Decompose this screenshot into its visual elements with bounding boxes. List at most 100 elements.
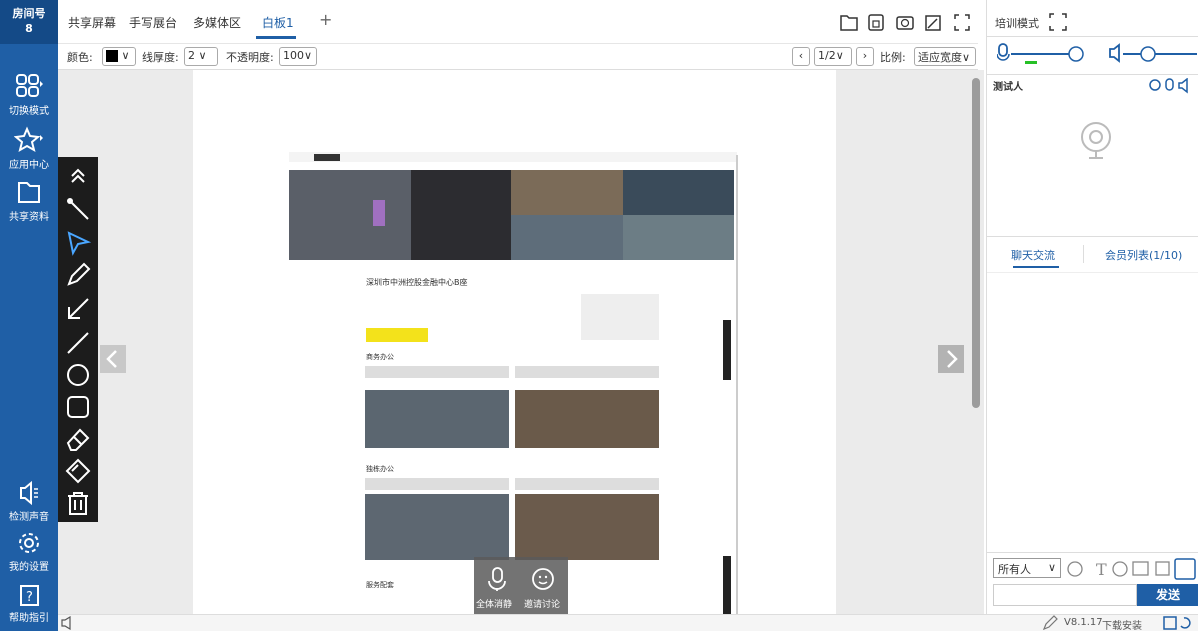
switch-mode-button[interactable]: 切换模式	[0, 72, 58, 117]
smiley-icon[interactable]	[1112, 561, 1128, 577]
add-tab-icon[interactable]: +	[319, 10, 332, 29]
drawing-tools-panel	[58, 157, 98, 522]
chat-tab-underline	[1013, 266, 1059, 268]
tab-members[interactable]: 会员列表(1/10)	[1105, 247, 1182, 263]
grid-icon	[16, 74, 43, 97]
text-format-icon[interactable]: T	[1096, 560, 1107, 579]
drawing-toolbar: 颜色: ∨ 线厚度: 2 ∨ 不透明度: 100∨ ‹ 1/2∨ › 比例: 适…	[58, 44, 978, 70]
webcam-placeholder-icon	[1081, 122, 1111, 159]
top-actions	[840, 14, 970, 31]
circle-tool-icon[interactable]	[64, 361, 92, 389]
speaker-small-icon[interactable]	[60, 616, 76, 630]
status-bar: V8.1.17 下载安装	[58, 614, 1198, 632]
chat-input[interactable]	[993, 584, 1137, 606]
fullscreen-icon[interactable]	[954, 14, 970, 31]
prev-page-arrow[interactable]	[100, 345, 126, 373]
help-guide-label: 帮助指引	[9, 613, 49, 624]
collapse-icon[interactable]	[64, 163, 92, 191]
my-settings-button[interactable]: 我的设置	[0, 530, 58, 573]
clear-area-icon[interactable]	[64, 457, 92, 485]
edit-image-icon[interactable]	[925, 15, 941, 31]
line-width-select[interactable]: 2 ∨	[184, 47, 218, 66]
room-title: 房间号	[12, 7, 46, 20]
refresh-icon[interactable]	[1180, 617, 1191, 629]
trash-icon[interactable]	[64, 489, 92, 517]
color-label: 颜色:	[67, 51, 93, 64]
camera-icon[interactable]	[896, 16, 914, 30]
help-guide-button[interactable]: ? 帮助指引	[0, 583, 58, 624]
svg-text:?: ?	[26, 590, 33, 605]
network-icon[interactable]	[1163, 616, 1177, 630]
training-mode-label: 培训模式	[995, 17, 1039, 30]
tab-chat[interactable]: 聊天交流	[1011, 247, 1055, 263]
lock-icon[interactable]	[1174, 558, 1196, 580]
pencil-icon[interactable]	[64, 261, 92, 289]
page-value: 1/2	[818, 49, 836, 62]
speaker-volume-slider[interactable]	[1123, 46, 1197, 62]
active-tab-underline	[256, 36, 296, 39]
canvas-scrollbar[interactable]	[972, 78, 980, 408]
recipient-select[interactable]: 所有人 ∨	[993, 558, 1061, 578]
save-icon[interactable]	[868, 14, 884, 31]
color-select[interactable]: ∨	[102, 47, 136, 66]
room-number: 8	[25, 22, 33, 35]
mic-volume-slider[interactable]	[1011, 46, 1084, 64]
doc-section-office: 商务办公	[366, 353, 394, 361]
page-select[interactable]: 1/2∨	[814, 47, 852, 66]
line-width-label: 线厚度:	[142, 51, 179, 64]
recipient-value: 所有人	[998, 563, 1031, 576]
invite-discussion-icon[interactable]	[530, 565, 558, 593]
camera-status-icon[interactable]	[1149, 79, 1161, 91]
app-center-label: 应用中心	[9, 160, 49, 171]
check-sound-button[interactable]: 检测声音	[0, 480, 58, 523]
laser-pointer-icon[interactable]	[64, 195, 92, 223]
shared-files-button[interactable]: 共享资料	[0, 178, 58, 223]
tab-share-screen[interactable]: 共享屏幕	[68, 14, 116, 31]
screenshot-icon[interactable]	[1155, 561, 1170, 576]
mic-status-icon[interactable]	[1165, 78, 1174, 91]
right-panel: 培训模式 测试人 聊天交流 会员列表(1/10) 所有人 ∨ T 发送	[986, 0, 1198, 631]
training-fullscreen-icon[interactable]	[1049, 13, 1067, 31]
gear-icon	[19, 533, 39, 553]
scale-select[interactable]: 适应宽度∨	[914, 47, 976, 66]
scale-label: 比例:	[880, 51, 906, 64]
floating-controls: 全体消静 邀请讨论	[474, 557, 568, 614]
help-icon: ?	[20, 585, 39, 606]
send-button[interactable]: 发送	[1137, 584, 1198, 606]
edit-icon[interactable]	[1042, 615, 1058, 631]
app-center-button[interactable]: 应用中心	[0, 126, 58, 171]
chevron-right-icon	[947, 350, 958, 368]
download-install-link[interactable]: 下载安装	[1102, 617, 1142, 632]
eraser-icon[interactable]	[64, 425, 92, 453]
switch-mode-label: 切换模式	[9, 106, 49, 117]
tab-whiteboard-1[interactable]: 白板1	[262, 14, 294, 31]
line-tool-icon[interactable]	[64, 329, 92, 357]
speaker-status-icon[interactable]	[1178, 78, 1188, 94]
my-settings-label: 我的设置	[9, 562, 49, 573]
opacity-label: 不透明度:	[226, 51, 274, 64]
tab-handwriting-booth[interactable]: 手写展台	[129, 14, 177, 31]
mute-all-icon[interactable]	[484, 565, 512, 593]
prev-page-button[interactable]: ‹	[792, 47, 810, 66]
line-width-value: 2	[188, 49, 195, 62]
arrow-tool-icon[interactable]	[64, 295, 92, 323]
room-number-panel: 房间号 8	[0, 0, 58, 44]
shared-files-label: 共享资料	[9, 212, 49, 223]
rectangle-tool-icon[interactable]	[64, 393, 92, 421]
top-tab-bar: 共享屏幕 手写展台 多媒体区 白板1 +	[58, 0, 978, 44]
speaker-icon	[1109, 43, 1120, 63]
folder-icon[interactable]	[840, 15, 858, 31]
doc-section-services: 服务配套	[366, 581, 394, 589]
next-page-arrow[interactable]	[938, 345, 964, 373]
invite-discussion-label: 邀请讨论	[524, 600, 561, 610]
emoji-icon[interactable]	[1067, 561, 1083, 577]
version-label: V8.1.17	[1064, 617, 1103, 628]
speaker-icon	[20, 480, 38, 506]
image-icon[interactable]	[1132, 561, 1149, 576]
next-page-button[interactable]: ›	[856, 47, 874, 66]
select-cursor-icon[interactable]	[64, 229, 92, 257]
opacity-select[interactable]: 100∨	[279, 47, 317, 66]
tab-multimedia[interactable]: 多媒体区	[193, 14, 241, 31]
doc-section-standalone: 独栋办公	[366, 465, 394, 473]
folder-icon	[18, 182, 40, 203]
